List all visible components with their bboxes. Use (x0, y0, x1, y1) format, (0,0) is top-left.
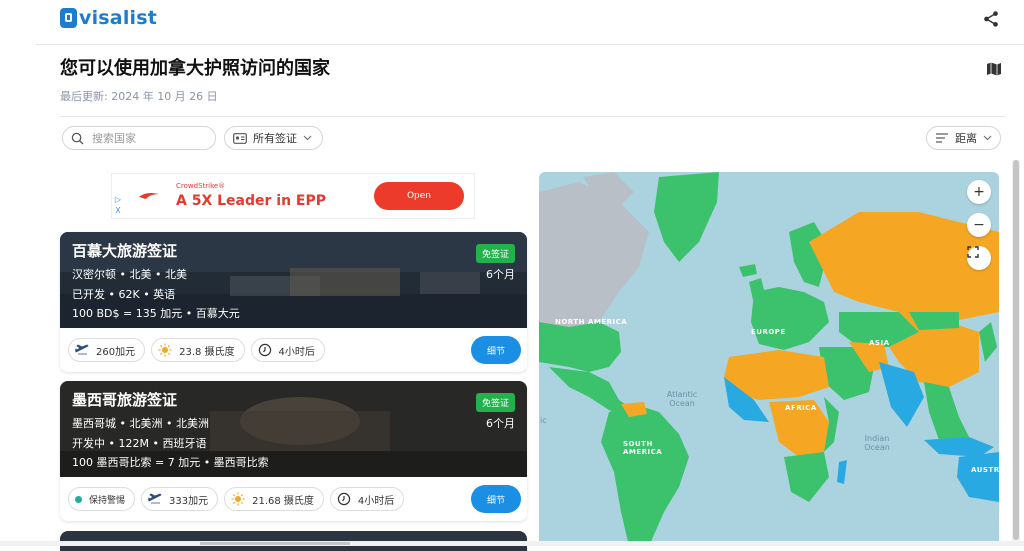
details-button[interactable]: 细节 (471, 336, 521, 364)
world-map[interactable]: NORTH AMERICA EUROPE ASIA AFRICA SOUTH A… (539, 172, 999, 546)
ad-headline: A 5X Leader in EPP (176, 193, 327, 209)
sort-icon (936, 133, 948, 143)
advisory-chip[interactable]: 保持警惕 (68, 487, 136, 511)
flight-price: 333加元 (169, 495, 209, 507)
fullscreen-icon (967, 246, 979, 258)
card-title: 墨西哥旅游签证 (72, 391, 178, 409)
map-label-north-america: NORTH AMERICA (555, 318, 628, 326)
visa-free-badge: 免签证 (475, 244, 515, 263)
id-card-icon (233, 132, 247, 144)
map-label-europe: EUROPE (751, 328, 786, 336)
map-label-atlantic: Atlantic Ocean (666, 390, 698, 408)
card-location: 汉密尔顿 • 北美 • 北美 (72, 268, 187, 281)
card-currency: 100 墨西哥比索 = 7 加元 • 墨西哥比索 (72, 456, 269, 469)
airplane-icon (148, 493, 162, 504)
temperature: 23.8 摄氏度 (179, 346, 235, 358)
clock-icon (337, 492, 351, 506)
map-label-south-america: SOUTH AMERICA (623, 440, 663, 456)
card-footer: 260加元 23.8 摄氏度 4小时后 细节 (60, 328, 527, 372)
region-western-europe (751, 287, 829, 350)
card-title: 百慕大旅游签证 (72, 242, 178, 260)
region-greenland (654, 172, 719, 262)
visa-filter-dropdown[interactable]: 所有签证 (224, 126, 323, 150)
region-usa (539, 322, 621, 372)
region-south-america (601, 404, 689, 546)
timezone-chip[interactable]: 4小时后 (329, 487, 405, 511)
region-japan-korea (979, 322, 997, 362)
card-currency: 100 BD$ = 135 加元 • 百慕大元 (72, 307, 240, 320)
chevron-down-icon (303, 135, 312, 141)
ad-banner[interactable]: ▷ X CrowdStrike® A 5X Leader in EPP Open (111, 173, 475, 219)
region-iceland (739, 264, 757, 277)
last-updated: 最后更新: 2024 年 10 月 26 日 (60, 90, 218, 103)
search-input[interactable] (90, 130, 204, 146)
timezone-chip[interactable]: 4小时后 (250, 338, 325, 362)
flight-price-chip[interactable]: 333加元 (141, 487, 219, 511)
card-footer: 保持警惕 333加元 21.68 摄氏度 4小时后 细节 (60, 477, 527, 521)
sun-icon (231, 492, 245, 506)
region-southeast-asia (924, 382, 969, 440)
map-label-pacific: ic (540, 416, 547, 425)
airplane-icon (75, 344, 89, 355)
region-madagascar (837, 460, 847, 484)
top-bar: visalist (36, 0, 1024, 45)
region-canada (539, 182, 649, 327)
region-southern-africa (784, 452, 829, 502)
card-header: 百慕大旅游签证 汉密尔顿 • 北美 • 北美 已开发 • 62K • 英语 10… (60, 232, 527, 328)
map-label-africa: AFRICA (785, 404, 817, 412)
logo[interactable]: visalist (60, 7, 157, 29)
search-box[interactable] (62, 126, 216, 150)
zoom-in-button[interactable]: + (967, 180, 991, 204)
advisory-dot-icon (75, 495, 82, 503)
map-label-australia: AUSTR (971, 466, 999, 474)
sort-label: 距离 (955, 132, 977, 145)
logo-icon (60, 8, 77, 28)
page-title: 您可以使用加拿大护照访问的国家 (60, 58, 330, 79)
card-stats: 开发中 • 122M • 西班牙语 (72, 437, 207, 450)
search-icon (71, 132, 84, 145)
visa-filter-label: 所有签证 (253, 132, 297, 145)
time-difference: 4小时后 (278, 346, 315, 358)
card-stats: 已开发 • 62K • 英语 (72, 288, 176, 301)
divider (60, 116, 1006, 117)
map-label-asia: ASIA (869, 339, 890, 347)
ad-choices-icon[interactable]: ▷ X (113, 194, 123, 216)
temperature: 21.68 摄氏度 (252, 495, 314, 507)
details-button[interactable]: 细节 (471, 485, 521, 513)
horizontal-scrollbar[interactable] (0, 541, 1024, 546)
sort-dropdown[interactable]: 距离 (926, 126, 1001, 150)
stay-duration: 6个月 (486, 417, 515, 430)
horizontal-scroll-thumb[interactable] (200, 542, 350, 545)
visa-card[interactable]: 墨西哥旅游签证 墨西哥城 • 北美洲 • 北美洲 开发中 • 122M • 西班… (60, 381, 527, 521)
visa-card[interactable]: 百慕大旅游签证 汉密尔顿 • 北美 • 北美 已开发 • 62K • 英语 10… (60, 232, 527, 372)
travel-advisory: 保持警惕 (89, 495, 126, 506)
time-difference: 4小时后 (357, 495, 395, 507)
map-icon[interactable] (986, 61, 1002, 77)
share-icon[interactable] (982, 10, 1000, 28)
flight-price: 260加元 (96, 346, 136, 358)
zoom-out-button[interactable]: − (967, 213, 991, 237)
map-canvas[interactable] (539, 172, 999, 546)
region-australia (957, 452, 999, 502)
card-location: 墨西哥城 • 北美洲 • 北美洲 (72, 417, 209, 430)
card-header: 墨西哥旅游签证 墨西哥城 • 北美洲 • 北美洲 开发中 • 122M • 西班… (60, 381, 527, 477)
map-label-indian: Indian Ocean (864, 434, 890, 452)
temperature-chip[interactable]: 21.68 摄氏度 (224, 487, 324, 511)
ad-brand: CrowdStrike® (176, 182, 226, 190)
visa-free-badge: 免签证 (475, 393, 515, 412)
stay-duration: 6个月 (486, 268, 515, 281)
ad-open-button[interactable]: Open (374, 182, 464, 210)
clock-icon (258, 343, 271, 357)
flight-price-chip[interactable]: 260加元 (68, 338, 146, 362)
fullscreen-button[interactable] (967, 246, 991, 270)
sun-icon (158, 343, 172, 357)
vertical-scroll-thumb[interactable] (1013, 160, 1019, 540)
chevron-down-icon (983, 135, 992, 141)
logo-text: visalist (79, 7, 158, 29)
crowdstrike-logo (139, 193, 159, 199)
temperature-chip[interactable]: 23.8 摄氏度 (151, 338, 245, 362)
